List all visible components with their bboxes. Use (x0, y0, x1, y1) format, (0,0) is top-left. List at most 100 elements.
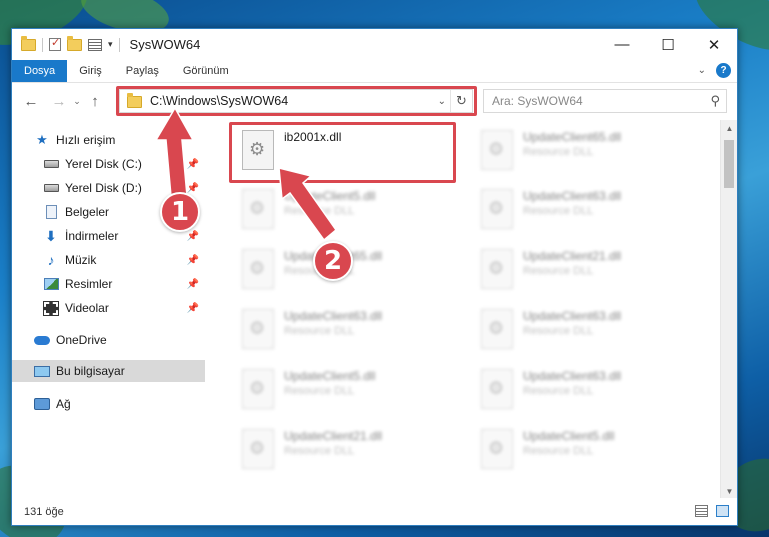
downloads-icon: ⬇ (45, 227, 57, 244)
step-badge-1: 1 (160, 192, 200, 232)
file-name: UpdateClient65.dll (523, 130, 622, 144)
sidebar-item-onedrive[interactable]: OneDrive (34, 329, 205, 351)
file-type: Resource DLL (523, 385, 594, 397)
step-badge-2: 2 (313, 241, 353, 281)
folder-icon[interactable] (21, 35, 36, 51)
sidebar-item-label: Yerel Disk (C:) (65, 157, 142, 171)
tab-view[interactable]: Görünüm (171, 60, 241, 82)
window-controls: — ☐ ✕ (599, 29, 737, 60)
onedrive-icon (34, 335, 50, 345)
sidebar-item-music[interactable]: ♪ Müzik 📌 (43, 249, 205, 271)
up-arrow-icon[interactable]: ↑ (84, 93, 106, 110)
minimize-button[interactable]: — (599, 29, 645, 60)
pin-icon[interactable]: 📌 (187, 279, 199, 290)
dll-file-icon (242, 249, 274, 289)
file-name: UpdateClient63.dll (284, 309, 383, 323)
customize-toolbar-dropdown-icon[interactable]: ▾ (108, 39, 113, 50)
sidebar-item-label: Bu bilgisayar (56, 364, 125, 378)
toolbar-separator (118, 37, 120, 52)
view-options-icon[interactable] (88, 38, 102, 51)
navigation-pane: ★ Hızlı erişim Yerel Disk (C:) 📌 Yerel D… (12, 120, 205, 500)
quick-access-toolbar: ▾ (12, 29, 120, 60)
back-arrow-icon[interactable]: ← (20, 93, 42, 110)
file-item[interactable]: UpdateClient63.dll Resource DLL (471, 183, 691, 239)
file-name: UpdateClient63.dll (523, 369, 622, 383)
pin-icon[interactable]: 📌 (187, 159, 199, 170)
dll-file-icon (481, 429, 513, 469)
file-type: Resource DLL (284, 205, 355, 217)
network-icon (34, 398, 50, 410)
sidebar-item-label: İndirmeler (65, 229, 119, 243)
ribbon-tabs: Dosya Giriş Paylaş Görünüm ⌄ ? (12, 60, 737, 83)
pictures-icon (43, 278, 59, 290)
sidebar-item-label: Videolar (65, 301, 109, 315)
file-explorer-window: ▾ SysWOW64 — ☐ ✕ Dosya Giriş Paylaş Görü… (11, 28, 738, 526)
sidebar-item-label: Ağ (56, 397, 71, 411)
properties-icon[interactable] (49, 36, 61, 51)
sidebar-item-pictures[interactable]: Resimler 📌 (43, 273, 205, 295)
file-type: Resource DLL (523, 205, 594, 217)
tab-file[interactable]: Dosya (12, 60, 68, 82)
file-name: UpdateClient21.dll (284, 429, 383, 443)
file-item[interactable]: UpdateClient63.dll Resource DLL (471, 363, 691, 419)
file-item[interactable]: UpdateClient21.dll Resource DLL (471, 243, 691, 299)
dll-file-icon (242, 189, 274, 229)
new-folder-icon[interactable] (67, 35, 82, 51)
pin-icon[interactable]: 📌 (187, 183, 199, 194)
file-name: UpdateClient5.dll (523, 429, 615, 443)
help-icon[interactable]: ? (716, 63, 731, 78)
scroll-up-icon[interactable]: ▲ (721, 120, 737, 137)
file-name: UpdateClient5.dll (284, 189, 376, 203)
search-icon[interactable]: ⚲ (710, 93, 720, 109)
file-item[interactable]: UpdateClient65.dll Resource DLL (471, 124, 691, 180)
navigation-bar: ← → ⌄ ↑ C:\Windows\SysWOW64 ⌄ ↻ Ara: Sys… (12, 83, 737, 119)
sidebar-item-this-pc[interactable]: Bu bilgisayar (12, 360, 205, 382)
sidebar-item-videos[interactable]: Videolar 📌 (43, 297, 205, 319)
sidebar-item-label: Hızlı erişim (56, 133, 116, 147)
maximize-button[interactable]: ☐ (645, 29, 691, 60)
documents-icon (45, 205, 57, 219)
file-item[interactable]: UpdateClient5.dll Resource DLL (471, 423, 691, 479)
file-item[interactable]: UpdateClient63.dll Resource DLL (471, 303, 691, 359)
file-type: Resource DLL (284, 385, 355, 397)
large-icons-view-icon[interactable] (716, 505, 729, 517)
forward-arrow-icon[interactable]: → (48, 93, 70, 110)
sidebar-item-local-disk-c[interactable]: Yerel Disk (C:) 📌 (43, 153, 205, 175)
sidebar-item-label: Belgeler (65, 205, 110, 219)
tab-home[interactable]: Giriş (67, 60, 114, 82)
file-name: UpdateClient63.dll (523, 189, 622, 203)
sidebar-item-network[interactable]: Ağ (34, 393, 205, 415)
close-button[interactable]: ✕ (691, 29, 737, 60)
pin-icon[interactable]: 📌 (187, 231, 199, 242)
file-item[interactable]: UpdateClient21.dll Resource DLL (232, 423, 452, 479)
file-item[interactable]: UpdateClient5.dll Resource DLL (232, 363, 452, 419)
dll-file-icon (481, 130, 513, 170)
search-input[interactable]: Ara: SysWOW64 ⚲ (483, 89, 727, 113)
pin-icon[interactable]: 📌 (187, 303, 199, 314)
item-count: 131 öğe (24, 505, 64, 518)
dll-file-icon (242, 309, 274, 349)
sidebar-item-label: OneDrive (56, 333, 107, 347)
scrollbar-thumb[interactable] (724, 140, 734, 188)
search-placeholder: Ara: SysWOW64 (492, 94, 583, 108)
dll-file-icon (242, 369, 274, 409)
title-bar: ▾ SysWOW64 — ☐ ✕ (12, 29, 737, 60)
file-type: Resource DLL (284, 445, 355, 457)
computer-icon (34, 365, 50, 377)
tab-share[interactable]: Paylaş (114, 60, 171, 82)
status-bar: 131 öğe (12, 498, 737, 525)
vertical-scrollbar[interactable]: ▲ ▼ (720, 120, 737, 500)
file-item[interactable]: UpdateClient63.dll Resource DLL (232, 303, 452, 359)
recent-locations-chevron-icon[interactable]: ⌄ (70, 96, 84, 107)
file-type: Resource DLL (523, 265, 594, 277)
sidebar-item-label: Yerel Disk (D:) (65, 181, 142, 195)
pin-icon[interactable]: 📌 (187, 255, 199, 266)
details-view-icon[interactable] (695, 505, 708, 517)
dll-file-icon (481, 189, 513, 229)
expand-ribbon-chevron-icon[interactable]: ⌄ (698, 65, 706, 76)
file-item[interactable]: UpdateClient5.dll Resource DLL (232, 183, 452, 239)
videos-icon (43, 300, 59, 316)
sidebar-item-quick-access[interactable]: ★ Hızlı erişim (34, 129, 205, 151)
sidebar-item-label: Müzik (65, 253, 97, 267)
file-type: Resource DLL (523, 325, 594, 337)
